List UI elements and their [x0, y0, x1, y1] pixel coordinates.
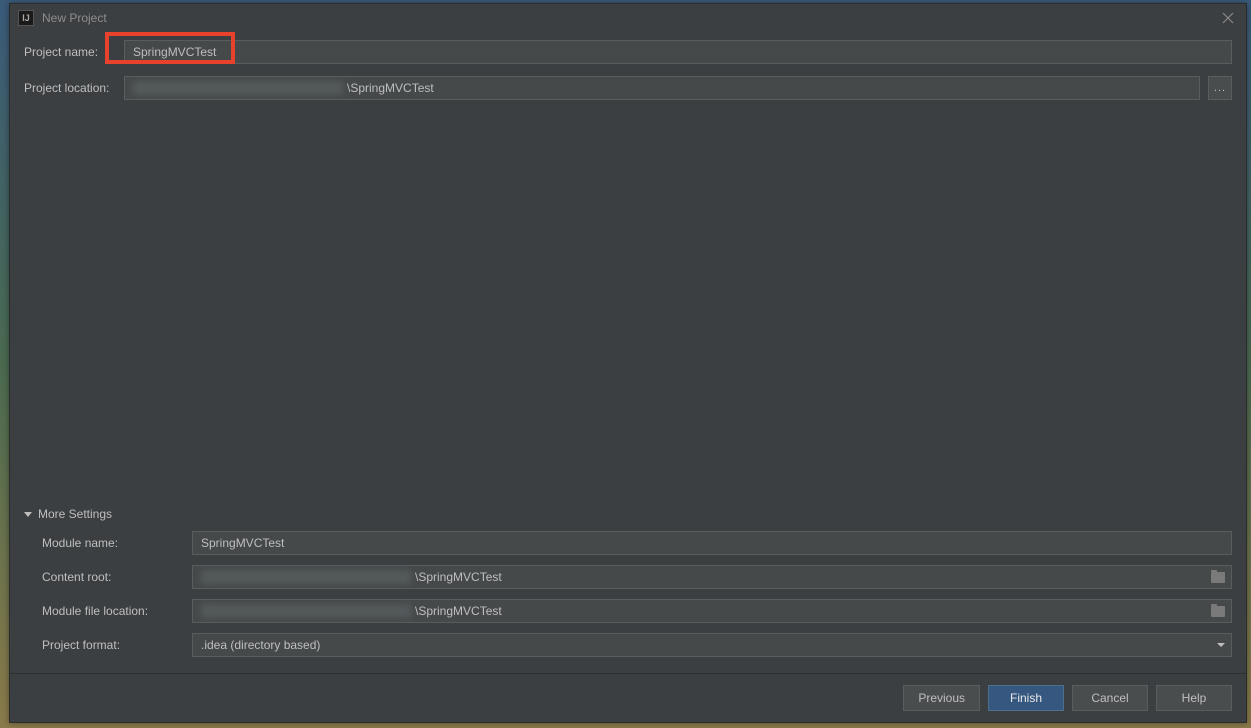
project-name-input[interactable] [124, 40, 1232, 64]
button-bar: Previous Finish Cancel Help [10, 674, 1246, 722]
folder-icon[interactable] [1211, 572, 1225, 583]
project-name-row: Project name: [24, 40, 1232, 64]
module-name-row: Module name: [42, 531, 1232, 555]
redacted-path-segment [201, 604, 411, 618]
help-button[interactable]: Help [1156, 685, 1232, 711]
more-settings-label: More Settings [38, 507, 112, 521]
module-file-loc-input[interactable]: \SpringMVCTest [192, 599, 1232, 623]
redacted-path-segment [201, 570, 411, 584]
module-file-loc-row: Module file location: \SpringMVCTest [42, 599, 1232, 623]
browse-location-button[interactable]: ... [1208, 76, 1232, 100]
window-title: New Project [42, 11, 1210, 25]
cancel-button[interactable]: Cancel [1072, 685, 1148, 711]
project-format-select[interactable]: .idea (directory based) [192, 633, 1232, 657]
project-format-value: .idea (directory based) [201, 638, 1217, 652]
project-format-label: Project format: [42, 638, 192, 652]
content-spacer [24, 112, 1232, 507]
folder-icon[interactable] [1211, 606, 1225, 617]
project-location-row: Project location: \SpringMVCTest ... [24, 76, 1232, 100]
module-name-label: Module name: [42, 536, 192, 550]
content-root-input[interactable]: \SpringMVCTest [192, 565, 1232, 589]
new-project-dialog: IJ New Project Project name: Project loc… [9, 3, 1247, 723]
project-format-row: Project format: .idea (directory based) [42, 633, 1232, 657]
app-icon: IJ [18, 10, 34, 26]
finish-button[interactable]: Finish [988, 685, 1064, 711]
more-settings-group: Module name: Content root: \SpringMVCTes… [24, 531, 1232, 667]
module-name-input[interactable] [192, 531, 1232, 555]
project-location-suffix: \SpringMVCTest [347, 81, 1193, 95]
content-root-row: Content root: \SpringMVCTest [42, 565, 1232, 589]
project-location-input[interactable]: \SpringMVCTest [124, 76, 1200, 100]
chevron-down-icon [24, 512, 32, 517]
dialog-content: Project name: Project location: \SpringM… [10, 32, 1246, 674]
content-root-suffix: \SpringMVCTest [415, 570, 1207, 584]
redacted-path-segment [133, 81, 343, 95]
titlebar: IJ New Project [10, 4, 1246, 32]
more-settings-toggle[interactable]: More Settings [24, 507, 1232, 521]
previous-button[interactable]: Previous [903, 685, 980, 711]
project-name-label: Project name: [24, 45, 124, 59]
module-file-loc-label: Module file location: [42, 604, 192, 618]
project-location-label: Project location: [24, 81, 124, 95]
close-icon[interactable] [1218, 8, 1238, 28]
module-file-loc-suffix: \SpringMVCTest [415, 604, 1207, 618]
content-root-label: Content root: [42, 570, 192, 584]
chevron-down-icon [1217, 643, 1225, 647]
